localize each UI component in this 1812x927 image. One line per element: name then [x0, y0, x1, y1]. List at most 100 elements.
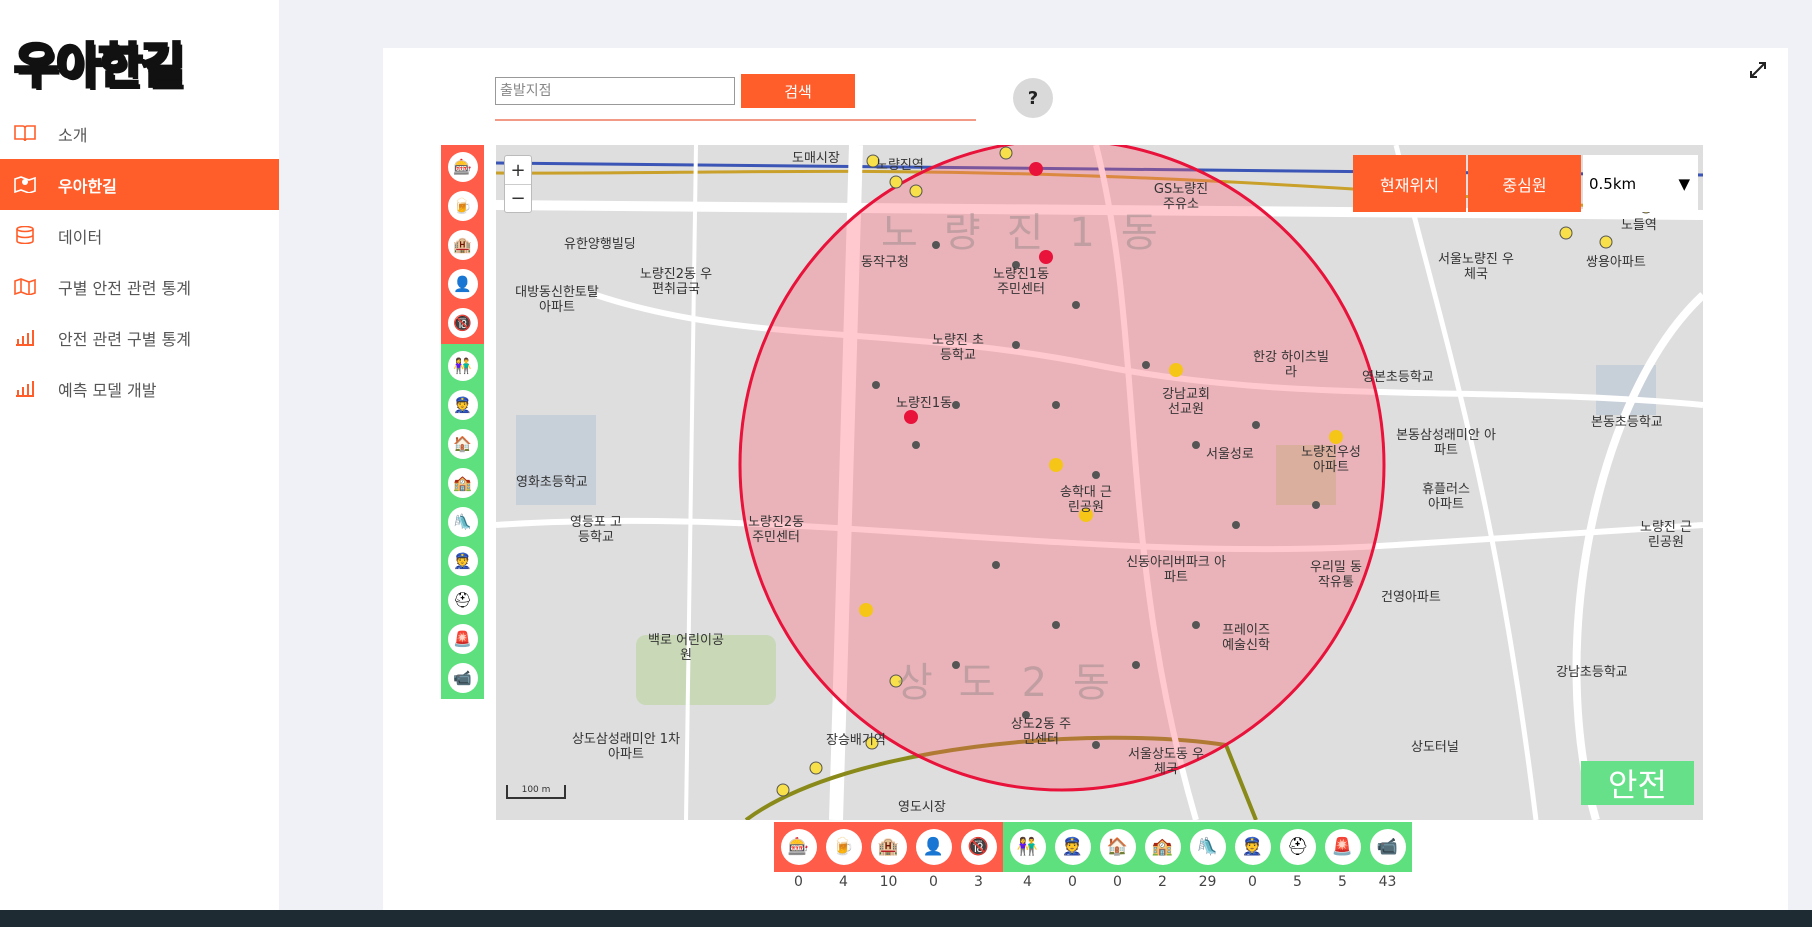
count-hotel: 10 — [879, 874, 898, 890]
sidebar-item-label: 소개 — [58, 125, 88, 145]
map-label: 노량진역 — [876, 158, 924, 173]
children-icon: 👫 — [447, 350, 478, 381]
adult-entertainment-icon: 🎰 — [780, 829, 817, 865]
database-icon — [16, 226, 34, 244]
os-taskbar — [0, 910, 1812, 927]
map-label: 프레이즈 예술신학 — [1222, 623, 1270, 653]
sidebar-item-safety-stats[interactable]: 안전 관련 구별 통계 — [0, 312, 279, 363]
category-playground[interactable]: 🛝 — [1185, 822, 1230, 872]
expand-icon[interactable] — [1748, 60, 1768, 80]
filter-bar-pub[interactable]: 🍺 — [441, 186, 484, 225]
filter-emergency-bell[interactable]: 🚨 — [441, 619, 484, 658]
category-emergency-bell[interactable]: 🚨 — [1320, 822, 1365, 872]
category-hotel[interactable]: 🏨 — [866, 822, 911, 872]
emergency-bell-icon: 🚨 — [447, 623, 478, 654]
filter-cctv[interactable]: 📹 — [441, 658, 484, 697]
start-point-input[interactable] — [495, 77, 735, 105]
search-button[interactable]: 검색 — [741, 74, 855, 108]
map-label: 영도시장 — [898, 800, 946, 815]
sidebar-item-label: 데이터 — [58, 227, 103, 247]
count-guard: 0 — [1068, 874, 1077, 890]
category-cctv[interactable]: 📹 — [1365, 822, 1410, 872]
zoom-control: + − — [504, 155, 532, 213]
map-label: 노량진2동 우편취급국 — [639, 267, 713, 297]
count-emergency-bell: 5 — [1338, 874, 1347, 890]
sidebar-item-label: 예측 모델 개발 — [58, 380, 157, 400]
count-playground: 29 — [1198, 874, 1217, 890]
main-card: 검색 ? 🎰 🍺 🏨 👤 🔞 👫 👮 🏠 🏫 🛝 👮 ⛑ 🚨 📹 — [383, 48, 1788, 918]
guard-icon: 👮 — [1054, 829, 1091, 865]
category-children[interactable]: 👫 — [1005, 822, 1050, 872]
safe-filters: 👫 👮 🏠 🏫 🛝 👮 ⛑ 🚨 📹 — [441, 344, 484, 699]
count-adult-entertainment: 0 — [794, 874, 803, 890]
category-filter-bar: 🎰 🍺 🏨 👤 🔞 👫 👮 🏠 🏫 🛝 👮 ⛑ 🚨 📹 — [441, 145, 484, 699]
category-police-station[interactable]: 🏠 — [1095, 822, 1140, 872]
map-label: 우리밀 동작유통 — [1310, 560, 1362, 590]
map-label: 본동초등학교 — [1591, 415, 1663, 430]
current-location-button[interactable]: 현재위치 — [1353, 155, 1466, 212]
safety-helmet-icon: ⛑ — [1279, 829, 1316, 865]
map-label: 대방동신한토탈 아파트 — [515, 285, 599, 315]
filter-school[interactable]: 🏫 — [441, 463, 484, 502]
filter-police-station[interactable]: 🏠 — [441, 424, 484, 463]
sidebar-item-model[interactable]: 예측 모델 개발 — [0, 363, 279, 414]
filter-safety-helmet[interactable]: ⛑ — [441, 580, 484, 619]
map-label: 도매시장 — [792, 151, 840, 166]
radius-select[interactable]: 0.5km ▼ — [1583, 155, 1698, 212]
search-bar: 검색 — [495, 74, 976, 121]
category-guard[interactable]: 👮 — [1050, 822, 1095, 872]
count-safety-helmet: 5 — [1293, 874, 1302, 890]
playground-icon: 🛝 — [447, 506, 478, 537]
app-logo[interactable]: 우아한길 — [13, 26, 187, 96]
sidebar-item-data[interactable]: 데이터 — [0, 210, 279, 261]
map-label: 영등포 고등학교 — [570, 515, 622, 545]
map-label: 노량진1동 주민센터 — [992, 267, 1050, 297]
filter-playground[interactable]: 🛝 — [441, 502, 484, 541]
filter-no-minors[interactable]: 🔞 — [441, 303, 484, 342]
dropdown-arrow-icon: ▼ — [1678, 174, 1690, 193]
map-icon — [14, 278, 36, 295]
zoom-out-button[interactable]: − — [505, 184, 531, 212]
filter-police-officer[interactable]: 👮 — [441, 541, 484, 580]
map-label: 장승배기역 — [826, 733, 886, 748]
emergency-bell-icon: 🚨 — [1324, 829, 1361, 865]
radius-value: 0.5km — [1589, 174, 1637, 193]
map-scale: 100 m — [506, 785, 566, 799]
count-school: 2 — [1158, 874, 1167, 890]
school-icon: 🏫 — [447, 467, 478, 498]
category-safety-helmet[interactable]: ⛑ — [1275, 822, 1320, 872]
danger-categories: 🎰 🍺 🏨 👤 🔞 — [774, 822, 1003, 872]
sidebar-item-district-stats[interactable]: 구별 안전 관련 통계 — [0, 261, 279, 312]
count-children: 4 — [1023, 874, 1032, 890]
guard-icon: 👮 — [447, 389, 478, 420]
category-school[interactable]: 🏫 — [1140, 822, 1185, 872]
map-label: 상도2동 주민센터 — [1010, 717, 1072, 747]
category-sex-offender[interactable]: 👤 — [911, 822, 956, 872]
sidebar-item-label: 구별 안전 관련 통계 — [58, 278, 192, 298]
sidebar-item-woowahan[interactable]: 우아한길 — [0, 159, 279, 210]
bar-chart-icon — [16, 330, 34, 346]
filter-sex-offender[interactable]: 👤 — [441, 264, 484, 303]
filter-hotel[interactable]: 🏨 — [441, 225, 484, 264]
count-police-officer: 0 — [1248, 874, 1257, 890]
filter-children[interactable]: 👫 — [441, 346, 484, 385]
filter-guard[interactable]: 👮 — [441, 385, 484, 424]
zoom-in-button[interactable]: + — [505, 156, 531, 184]
map-label: 신동아리버파크 아파트 — [1126, 555, 1226, 585]
help-button[interactable]: ? — [1013, 78, 1053, 118]
sidebar-item-intro[interactable]: 소개 — [0, 108, 279, 159]
sidebar-nav: 소개 우아한길 데이터 구별 안전 관련 통계 안전 관련 구별 통계 예측 모… — [0, 108, 279, 414]
category-police-officer[interactable]: 👮 — [1230, 822, 1275, 872]
cctv-icon: 📹 — [447, 662, 478, 693]
category-count-bar: 🎰 🍺 🏨 👤 🔞 👫 👮 🏠 🏫 🛝 👮 ⛑ 🚨 📹 — [774, 822, 1412, 872]
map-view[interactable]: 노량진1동 상도2동 도매시장 노량진역 GS노량진 주유소 동작구청 유한양행… — [496, 145, 1703, 820]
center-circle-button[interactable]: 중심원 — [1468, 155, 1581, 212]
filter-adult-entertainment[interactable]: 🎰 — [441, 147, 484, 186]
sidebar-item-label: 우아한길 — [58, 176, 117, 196]
map-label: 노량진 근린공원 — [1640, 520, 1692, 550]
district-label: 상도2동 — [896, 660, 1136, 706]
map-label: 노들역 — [1621, 218, 1657, 233]
category-bar-pub[interactable]: 🍺 — [821, 822, 866, 872]
category-no-minors[interactable]: 🔞 — [956, 822, 1001, 872]
category-adult-entertainment[interactable]: 🎰 — [776, 822, 821, 872]
